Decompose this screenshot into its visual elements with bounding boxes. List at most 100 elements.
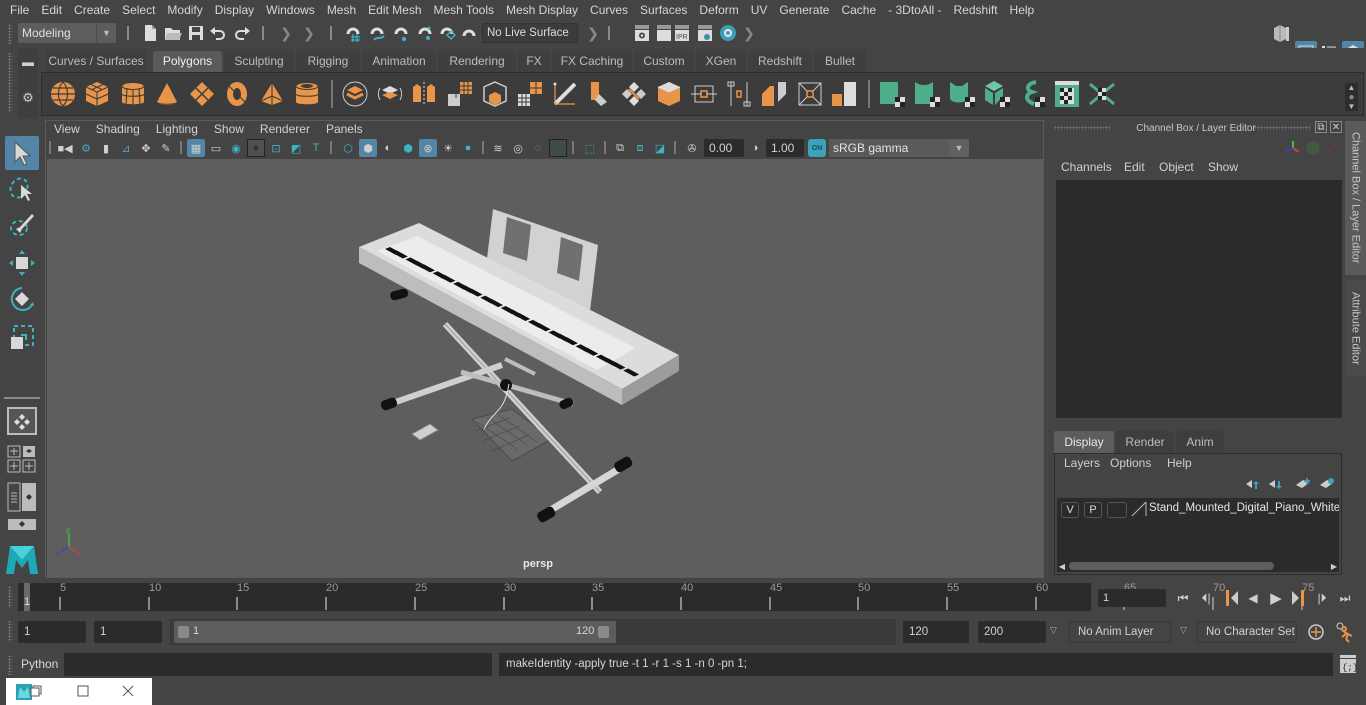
select-camera-icon[interactable]: ■◀ — [56, 139, 74, 157]
shelf-menu-icon[interactable]: ▬ — [20, 55, 36, 69]
new-layer-selected-icon[interactable] — [1319, 477, 1335, 490]
bevel-icon[interactable] — [585, 80, 613, 108]
menu-edit-mesh[interactable]: Edit Mesh — [362, 0, 427, 20]
viewport-menu-renderer[interactable]: Renderer — [252, 122, 318, 136]
float-panel-icon[interactable]: ⧉ — [1315, 121, 1327, 133]
isolate-select-icon[interactable]: ⬚ — [581, 139, 599, 157]
collapse-icon[interactable] — [796, 80, 824, 108]
play-backwards-icon[interactable]: ◀ — [1243, 588, 1263, 608]
textured-icon[interactable]: ⊗ — [419, 139, 437, 157]
auto-key-icon[interactable] — [1306, 622, 1326, 642]
combine-icon[interactable] — [341, 80, 369, 108]
shelf-tab-polygons[interactable]: Polygons — [153, 51, 222, 72]
new-scene-icon[interactable] — [142, 24, 158, 42]
target-weld-icon[interactable] — [830, 80, 858, 108]
range-start-handle[interactable] — [178, 626, 189, 638]
menu-mesh[interactable]: Mesh — [321, 0, 362, 20]
live-surface-field[interactable]: No Live Surface — [482, 23, 578, 43]
character-set-dropdown[interactable]: No Character Set — [1197, 621, 1297, 643]
make-live-icon[interactable] — [460, 24, 478, 42]
gear-icon[interactable]: ⚙ — [20, 90, 36, 106]
gate-mask-icon[interactable]: ● — [247, 139, 265, 157]
menu-edit[interactable]: Edit — [35, 0, 68, 20]
menu-curves[interactable]: Curves — [584, 0, 634, 20]
show-menu[interactable]: Show — [1208, 160, 1238, 174]
move-tool[interactable] — [5, 246, 39, 280]
reduce-icon[interactable] — [481, 80, 509, 108]
shelf-tab-fx[interactable]: FX — [518, 51, 550, 72]
uv-editor-icon[interactable] — [1053, 80, 1081, 108]
wireframe-on-shaded-icon[interactable]: ◐ — [379, 139, 397, 157]
side-tab-channel-box[interactable]: Channel Box / Layer Editor — [1345, 121, 1366, 275]
grease-pencil-icon[interactable]: ✎ — [157, 139, 175, 157]
cut-sew-uv-icon[interactable] — [1088, 80, 1116, 108]
drag-handle[interactable] — [8, 655, 12, 675]
exposure-icon[interactable]: ✇ — [683, 139, 701, 157]
save-scene-icon[interactable] — [188, 25, 204, 41]
rotate-tool[interactable] — [5, 282, 39, 316]
minimized-window[interactable] — [6, 678, 152, 705]
poly-torus-icon[interactable] — [223, 80, 251, 108]
time-slider[interactable] — [18, 583, 1091, 611]
xray-joints-icon[interactable]: ⧉ — [611, 139, 629, 157]
speed-toggle-icon[interactable] — [1305, 140, 1321, 156]
layers-menu[interactable]: Layers — [1064, 456, 1100, 470]
shelf-tab-rigging[interactable]: Rigging — [296, 51, 360, 72]
redo-icon[interactable] — [233, 26, 251, 40]
layer-tab-display[interactable]: Display — [1054, 431, 1114, 453]
ipr-render-icon[interactable]: IPR — [674, 24, 690, 42]
range-slider[interactable]: 1 120 — [174, 621, 616, 643]
scale-tool[interactable] — [5, 320, 39, 354]
restore-icon[interactable] — [30, 685, 42, 697]
layer-playback-toggle[interactable]: P — [1084, 502, 1102, 518]
separate-icon[interactable] — [376, 80, 404, 108]
image-plane-icon[interactable]: ⊿ — [117, 139, 135, 157]
color-management-toggle[interactable]: ON — [808, 139, 826, 157]
automatic-mapping-icon[interactable] — [983, 80, 1011, 108]
use-all-lights-icon[interactable]: ☀ — [439, 139, 457, 157]
menu-modify[interactable]: Modify — [161, 0, 208, 20]
menu-generate[interactable]: Generate — [773, 0, 835, 20]
xray-icon[interactable]: ⬢ — [399, 139, 417, 157]
step-forward-frame-icon[interactable] — [1290, 588, 1310, 608]
insert-edge-loop-icon[interactable] — [725, 80, 753, 108]
menu-redshift[interactable]: Redshift — [948, 0, 1004, 20]
film-gate-icon[interactable]: ▭ — [207, 139, 225, 157]
hyperbolic-icon[interactable] — [1325, 140, 1339, 156]
drag-handle[interactable] — [8, 24, 12, 44]
scroll-down-icon[interactable]: ▼ — [1345, 101, 1358, 111]
exposure-field[interactable]: 0.00 — [704, 139, 744, 157]
paint-select-tool[interactable] — [5, 208, 39, 242]
snap-to-view-plane-icon[interactable] — [438, 24, 456, 42]
open-scene-icon[interactable] — [164, 25, 182, 41]
smooth-shade-icon[interactable]: ⬢ — [359, 139, 377, 157]
playback-start-field[interactable]: 1 — [94, 621, 162, 643]
animation-start-field[interactable]: 1 — [18, 621, 86, 643]
menu-file[interactable]: File — [4, 0, 35, 20]
manipulator-axis-icon[interactable] — [1284, 140, 1302, 156]
unfold-uv-icon[interactable] — [1018, 80, 1046, 108]
anti-aliasing-icon[interactable]: ◌ — [529, 139, 547, 157]
menu-uv[interactable]: UV — [745, 0, 774, 20]
field-chart-icon[interactable]: ⊡ — [267, 139, 285, 157]
layer-horizontal-scrollbar[interactable]: ◀ ▶ — [1057, 560, 1339, 572]
motion-blur-icon[interactable]: ◎ — [509, 139, 527, 157]
playback-end-field[interactable]: 120 — [903, 621, 969, 643]
play-forwards-icon[interactable]: ▶ — [1266, 588, 1286, 608]
gamma-icon[interactable]: ◑ — [746, 139, 764, 157]
side-tab-attribute-editor[interactable]: Attribute Editor — [1345, 280, 1366, 376]
render-current-frame-icon[interactable] — [656, 24, 672, 42]
poly-sphere-icon[interactable] — [49, 80, 77, 108]
viewport-menu-lighting[interactable]: Lighting — [148, 122, 206, 136]
color-space-dropdown[interactable]: sRGB gamma ▼ — [829, 139, 969, 157]
shelf-tab-bullet[interactable]: Bullet — [814, 51, 866, 72]
layer-color-swatch[interactable] — [1131, 501, 1147, 517]
drag-handle[interactable] — [8, 586, 12, 608]
layer-tab-render[interactable]: Render — [1116, 431, 1174, 453]
safe-action-icon[interactable]: ◩ — [287, 139, 305, 157]
menu-3dtoall[interactable]: - 3DtoAll - — [882, 0, 947, 20]
append-polygon-icon[interactable] — [690, 80, 718, 108]
channel-box-list[interactable] — [1056, 180, 1342, 418]
shelf-tab-rendering[interactable]: Rendering — [438, 51, 516, 72]
poly-cone-icon[interactable] — [153, 80, 181, 108]
